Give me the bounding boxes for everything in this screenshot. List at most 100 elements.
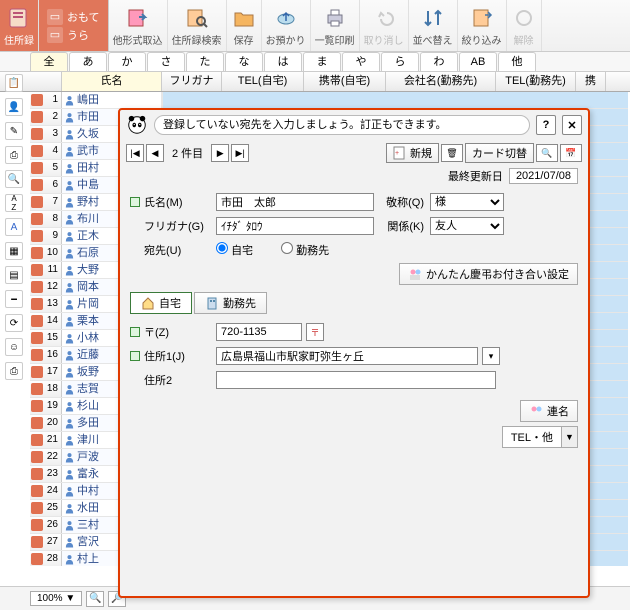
row-number: 8: [30, 211, 62, 227]
dest-home-radio[interactable]: 自宅: [216, 242, 253, 258]
index-tab-な[interactable]: な: [225, 52, 263, 71]
nav-prev-button[interactable]: ◀: [146, 144, 164, 162]
index-tab-た[interactable]: た: [186, 52, 224, 71]
addr1-input[interactable]: [216, 347, 478, 365]
ribbon-sort[interactable]: 並べ替え: [409, 0, 458, 51]
zip-lookup-button[interactable]: 〒: [306, 323, 324, 341]
release-icon: [511, 5, 537, 31]
ribbon-printall[interactable]: 一覧印刷: [311, 0, 360, 51]
lt-icon-6[interactable]: AZ: [5, 194, 23, 212]
required-marker-icon: [130, 351, 140, 361]
import-icon: [125, 5, 151, 31]
omote-button[interactable]: ▭おもて: [47, 9, 100, 25]
close-button[interactable]: ✕: [562, 115, 582, 135]
nav-next-button[interactable]: ▶: [211, 144, 229, 162]
ribbon-otherimport[interactable]: 他形式取込: [109, 0, 168, 51]
lt-icon-4[interactable]: ⎙: [5, 146, 23, 164]
addr1-label: 住所1(J): [144, 348, 212, 364]
addr-dropdown-button[interactable]: ▾: [482, 347, 500, 365]
index-tab-ま[interactable]: ま: [303, 52, 341, 71]
nav-last-button[interactable]: ▶|: [231, 144, 249, 162]
ribbon-filter[interactable]: 絞り込み: [458, 0, 507, 51]
tab-home[interactable]: 自宅: [130, 292, 192, 314]
index-tab-や[interactable]: や: [342, 52, 380, 71]
required-marker-icon: [130, 197, 140, 207]
lt-icon-9[interactable]: ▤: [5, 266, 23, 284]
name-input[interactable]: [216, 193, 374, 211]
lt-icon-7[interactable]: A: [5, 218, 23, 236]
tel-other-combo[interactable]: TEL・他 ▼: [502, 426, 578, 448]
addr2-label: 住所2: [144, 372, 212, 388]
col-furigana[interactable]: フリガナ: [162, 72, 222, 91]
card-switch-button[interactable]: カード切替: [465, 143, 534, 163]
zoom-icon-button[interactable]: 🔍: [536, 144, 558, 162]
nav-first-button[interactable]: |◀: [126, 144, 144, 162]
joint-name-button[interactable]: 連名: [520, 400, 578, 422]
title-select[interactable]: 様: [430, 193, 504, 211]
ribbon-deposit[interactable]: お預かり: [262, 0, 311, 51]
col-tel-home[interactable]: TEL(自宅): [222, 72, 304, 91]
index-tab-他[interactable]: 他: [498, 52, 536, 71]
zoom-in-icon[interactable]: 🔍: [86, 591, 104, 607]
relation-label: 関係(K): [378, 218, 426, 234]
table-row[interactable]: 1嶋田: [30, 92, 628, 109]
ribbon-search-label: 住所録検索: [172, 32, 222, 47]
col-company[interactable]: 会社名(勤務先): [386, 72, 496, 91]
ribbon-otherimport-label: 他形式取込: [113, 32, 163, 47]
delete-button[interactable]: 🗑: [441, 144, 463, 162]
index-tab-全[interactable]: 全: [30, 52, 68, 71]
col-name[interactable]: 氏名: [62, 72, 162, 91]
search-book-icon: [184, 5, 210, 31]
panel-lower: 連名: [120, 396, 588, 426]
col-mobile-work[interactable]: 携: [576, 72, 606, 91]
index-tab-あ[interactable]: あ: [69, 52, 107, 71]
lt-icon-3[interactable]: ✎: [5, 122, 23, 140]
cell-name[interactable]: 嶋田: [62, 92, 162, 108]
index-tab-わ[interactable]: わ: [420, 52, 458, 71]
detail-panel: 登録していない宛先を入力しましょう。訂正もできます。 ? ✕ |◀ ◀ 2 件目…: [118, 108, 590, 598]
row-number: 2: [30, 109, 62, 125]
joint-icon: [529, 404, 543, 418]
row-number: 15: [30, 330, 62, 346]
index-tab-AB[interactable]: AB: [459, 52, 497, 71]
row-number: 18: [30, 381, 62, 397]
panel-last-updated-row: 最終更新日 2021/07/08: [120, 166, 588, 186]
dest-work-radio[interactable]: 勤務先: [281, 242, 329, 258]
index-tab-ら[interactable]: ら: [381, 52, 419, 71]
ribbon-search[interactable]: 住所録検索: [168, 0, 227, 51]
dest-label: 宛先(U): [144, 242, 212, 258]
calendar-icon-button[interactable]: 📅: [560, 144, 582, 162]
addr2-input[interactable]: [216, 371, 496, 389]
new-record-button[interactable]: + 新規: [386, 143, 439, 163]
ribbon-save[interactable]: 保存: [227, 0, 262, 51]
index-tab-か[interactable]: か: [108, 52, 146, 71]
chevron-down-icon[interactable]: ▼: [562, 426, 578, 448]
panel-lower2: TEL・他 ▼: [120, 426, 588, 448]
furigana-input[interactable]: [216, 217, 374, 235]
col-mobile-home[interactable]: 携帯(自宅): [304, 72, 386, 91]
col-tel-work[interactable]: TEL(勤務先): [496, 72, 576, 91]
row-number: 6: [30, 177, 62, 193]
ribbon-addressbook[interactable]: 住所録: [0, 0, 39, 51]
lt-icon-13[interactable]: ⎙: [5, 362, 23, 380]
address-tabs: 自宅 勤務先: [130, 292, 578, 314]
index-tab-は[interactable]: は: [264, 52, 302, 71]
relation-select[interactable]: 友人: [430, 217, 504, 235]
zoom-select[interactable]: 100% ▼: [30, 591, 82, 606]
ura-button[interactable]: ▭うら: [47, 27, 100, 43]
help-button[interactable]: ?: [536, 115, 556, 135]
ribbon-undo: 取り消し: [360, 0, 409, 51]
tab-work[interactable]: 勤務先: [194, 292, 267, 314]
lt-icon-5[interactable]: 🔍: [5, 170, 23, 188]
lt-icon-8[interactable]: ▦: [5, 242, 23, 260]
lt-icon-11[interactable]: ⟳: [5, 314, 23, 332]
index-tab-さ[interactable]: さ: [147, 52, 185, 71]
easy-ceremony-button[interactable]: かんたん慶弔お付き合い設定: [399, 263, 578, 285]
lt-icon-12[interactable]: ☺: [5, 338, 23, 356]
ura-label: うら: [67, 27, 89, 43]
dest-home-label: 自宅: [231, 245, 253, 257]
lt-icon-10[interactable]: 🭹: [5, 290, 23, 308]
lt-icon-2[interactable]: 👤: [5, 98, 23, 116]
zip-input[interactable]: [216, 323, 302, 341]
lt-icon-1[interactable]: 📋: [5, 74, 23, 92]
